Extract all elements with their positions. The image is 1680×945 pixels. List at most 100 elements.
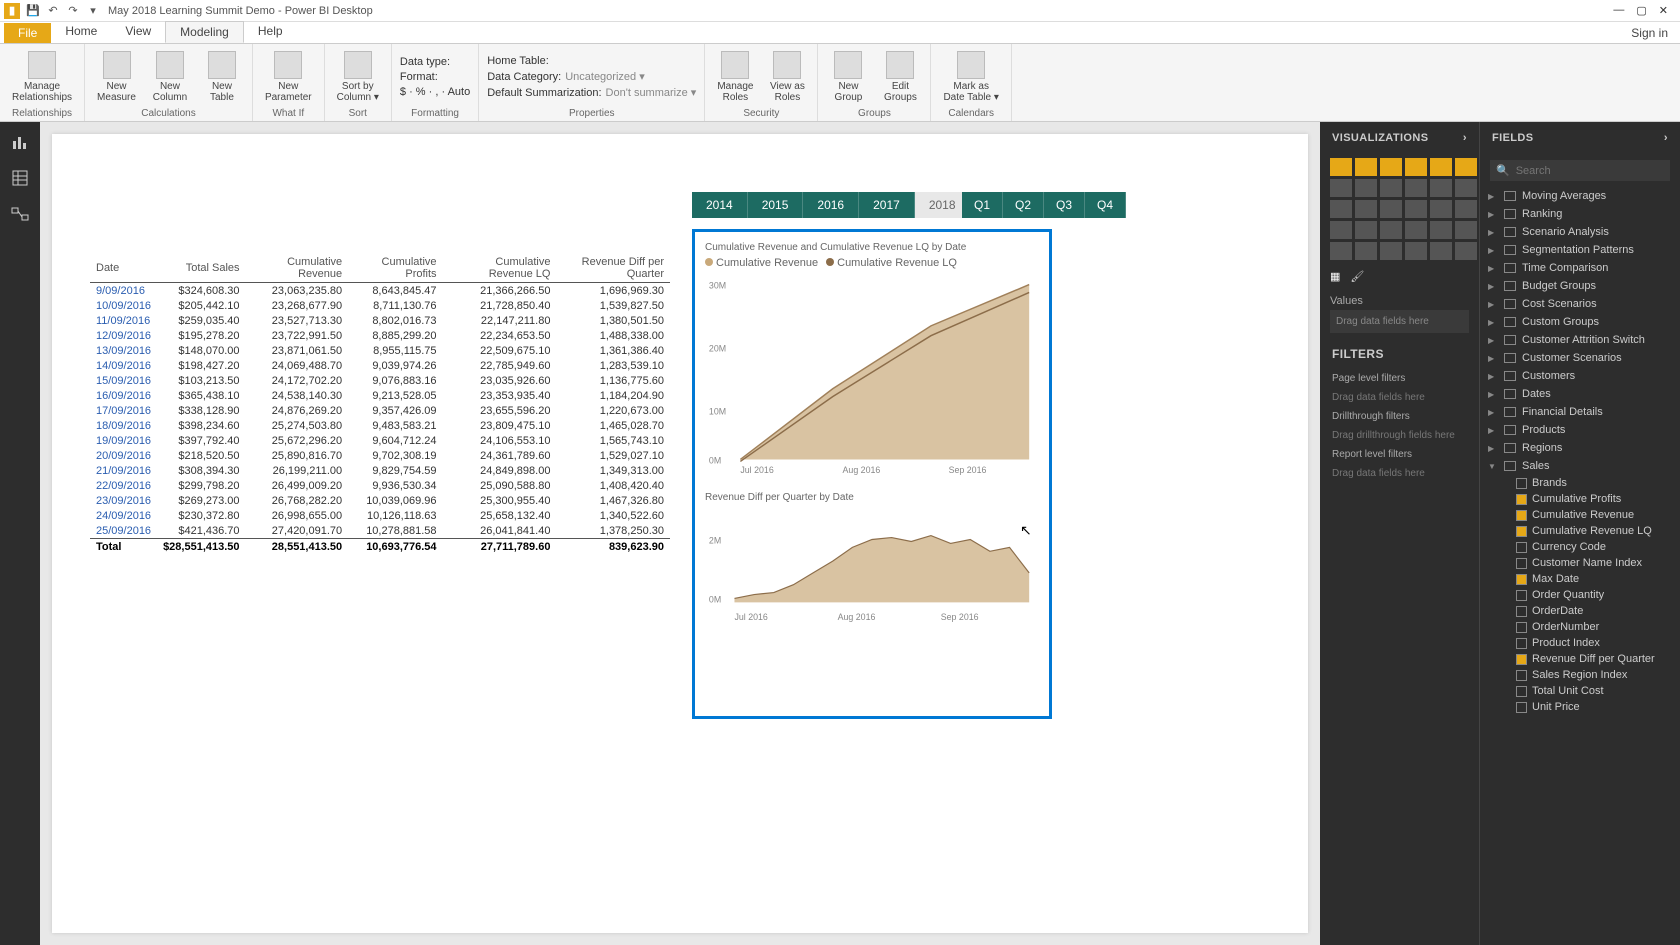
quarter-button-Q3[interactable]: Q3 <box>1044 192 1085 218</box>
table-row[interactable]: 9/09/2016$324,608.3023,063,235.808,643,8… <box>90 283 670 299</box>
fields-search[interactable]: 🔍 <box>1490 160 1670 181</box>
field-table[interactable]: Time Comparison <box>1480 259 1680 277</box>
table-row[interactable]: 15/09/2016$103,213.5024,172,702.209,076,… <box>90 373 670 388</box>
undo-icon[interactable]: ↶ <box>46 4 60 18</box>
field-item[interactable]: Brands <box>1480 475 1680 491</box>
table-row[interactable]: 23/09/2016$269,273.0026,768,282.2010,039… <box>90 493 670 508</box>
viz-type-icon[interactable] <box>1330 179 1352 197</box>
field-item[interactable]: Cumulative Revenue <box>1480 507 1680 523</box>
field-item[interactable]: Currency Code <box>1480 539 1680 555</box>
viz-type-icon[interactable] <box>1455 242 1477 260</box>
viz-type-icon[interactable] <box>1355 158 1377 176</box>
column-header[interactable]: Date <box>90 254 157 283</box>
values-drop-zone[interactable]: Drag data fields here <box>1330 310 1469 333</box>
field-item[interactable]: Order Quantity <box>1480 587 1680 603</box>
viz-type-icon[interactable] <box>1430 200 1452 218</box>
fields-well-icon[interactable]: ▦ <box>1330 270 1340 283</box>
report-canvas[interactable]: 20142015201620172018 Q1Q2Q3Q4 DateTotal … <box>52 134 1308 933</box>
tab-home[interactable]: Home <box>51 21 111 43</box>
ribbon-button[interactable]: ManageRelationships <box>8 49 76 105</box>
field-item[interactable]: Sales Region Index <box>1480 667 1680 683</box>
table-row[interactable]: 14/09/2016$198,427.2024,069,488.709,039,… <box>90 358 670 373</box>
year-button-2016[interactable]: 2016 <box>803 192 859 218</box>
redo-icon[interactable]: ↷ <box>66 4 80 18</box>
viz-type-icon[interactable] <box>1380 200 1402 218</box>
field-item[interactable]: OrderDate <box>1480 603 1680 619</box>
close-icon[interactable]: ✕ <box>1659 4 1668 17</box>
viz-type-icon[interactable] <box>1430 158 1452 176</box>
viz-type-icon[interactable] <box>1380 158 1402 176</box>
data-view-icon[interactable] <box>8 166 32 190</box>
year-button-2017[interactable]: 2017 <box>859 192 915 218</box>
tab-view[interactable]: View <box>111 21 165 43</box>
viz-type-icon[interactable] <box>1355 221 1377 239</box>
viz-type-icon[interactable] <box>1405 221 1427 239</box>
year-button-2015[interactable]: 2015 <box>748 192 804 218</box>
field-item[interactable]: Cumulative Revenue LQ <box>1480 523 1680 539</box>
table-row[interactable]: 19/09/2016$397,792.4025,672,296.209,604,… <box>90 433 670 448</box>
field-table[interactable]: Cost Scenarios <box>1480 295 1680 313</box>
filter-drop-zone[interactable]: Drag data fields here <box>1320 388 1479 407</box>
column-header[interactable]: Total Sales <box>157 254 245 283</box>
viz-type-icon[interactable] <box>1430 242 1452 260</box>
viz-type-icon[interactable] <box>1380 179 1402 197</box>
viz-type-icon[interactable] <box>1405 158 1427 176</box>
column-header[interactable]: Revenue Diff per Quarter <box>556 254 670 283</box>
field-item[interactable]: Product Index <box>1480 635 1680 651</box>
quarter-button-Q1[interactable]: Q1 <box>962 192 1003 218</box>
field-table[interactable]: Financial Details <box>1480 403 1680 421</box>
viz-type-icon[interactable] <box>1380 242 1402 260</box>
viz-type-icon[interactable] <box>1405 179 1427 197</box>
field-table[interactable]: Segmentation Patterns <box>1480 241 1680 259</box>
field-item[interactable]: Max Date <box>1480 571 1680 587</box>
ribbon-button[interactable]: View asRoles <box>765 49 809 105</box>
viz-type-icon[interactable] <box>1455 179 1477 197</box>
tab-modeling[interactable]: Modeling <box>165 21 244 43</box>
field-item[interactable]: Total Unit Cost <box>1480 683 1680 699</box>
model-view-icon[interactable] <box>8 202 32 226</box>
field-item[interactable]: Cumulative Profits <box>1480 491 1680 507</box>
ribbon-button[interactable]: NewMeasure <box>93 49 140 105</box>
field-table[interactable]: Custom Groups <box>1480 313 1680 331</box>
viz-type-icon[interactable] <box>1455 200 1477 218</box>
field-table[interactable]: Products <box>1480 421 1680 439</box>
field-table[interactable]: Ranking <box>1480 205 1680 223</box>
report-view-icon[interactable] <box>8 130 32 154</box>
column-header[interactable]: Cumulative Profits <box>348 254 442 283</box>
viz-type-icon[interactable] <box>1380 221 1402 239</box>
ribbon-button[interactable]: NewGroup <box>826 49 870 105</box>
table-row[interactable]: 24/09/2016$230,372.8026,998,655.0010,126… <box>90 508 670 523</box>
maximize-icon[interactable]: ▢ <box>1636 4 1646 17</box>
file-tab[interactable]: File <box>4 23 51 43</box>
field-item[interactable]: Revenue Diff per Quarter <box>1480 651 1680 667</box>
table-row[interactable]: 20/09/2016$218,520.5025,890,816.709,702,… <box>90 448 670 463</box>
ribbon-button[interactable]: NewTable <box>200 49 244 105</box>
chevron-right-icon[interactable]: › <box>1463 132 1467 144</box>
table-row[interactable]: 22/09/2016$299,798.2026,499,009.209,936,… <box>90 478 670 493</box>
viz-type-icon[interactable] <box>1455 158 1477 176</box>
field-table[interactable]: Sales <box>1480 457 1680 475</box>
chevron-right-icon[interactable]: › <box>1664 132 1668 144</box>
column-header[interactable]: Cumulative Revenue LQ <box>443 254 557 283</box>
search-input[interactable] <box>1516 165 1664 177</box>
ribbon-button[interactable]: EditGroups <box>878 49 922 105</box>
table-row[interactable]: 13/09/2016$148,070.0023,871,061.508,955,… <box>90 343 670 358</box>
ribbon-button[interactable]: ManageRoles <box>713 49 757 105</box>
field-item[interactable]: Unit Price <box>1480 699 1680 715</box>
table-row[interactable]: 11/09/2016$259,035.4023,527,713.308,802,… <box>90 313 670 328</box>
revenue-diff-chart[interactable]: Revenue Diff per Quarter by Date 2M 0M J… <box>695 486 1049 642</box>
column-header[interactable]: Cumulative Revenue <box>246 254 349 283</box>
viz-type-icon[interactable] <box>1330 158 1352 176</box>
field-table[interactable]: Dates <box>1480 385 1680 403</box>
table-row[interactable]: 21/09/2016$308,394.3026,199,211.009,829,… <box>90 463 670 478</box>
field-table[interactable]: Customers <box>1480 367 1680 385</box>
field-item[interactable]: OrderNumber <box>1480 619 1680 635</box>
cumulative-revenue-chart[interactable]: Cumulative Revenue and Cumulative Revenu… <box>695 232 1049 486</box>
selected-visual-group[interactable]: Cumulative Revenue and Cumulative Revenu… <box>692 229 1052 719</box>
field-table[interactable]: Customer Attrition Switch <box>1480 331 1680 349</box>
table-row[interactable]: 16/09/2016$365,438.1024,538,140.309,213,… <box>90 388 670 403</box>
viz-type-icon[interactable] <box>1355 242 1377 260</box>
data-table-visual[interactable]: DateTotal SalesCumulative RevenueCumulat… <box>90 254 670 554</box>
viz-type-icon[interactable] <box>1455 221 1477 239</box>
table-row[interactable]: 18/09/2016$398,234.6025,274,503.809,483,… <box>90 418 670 433</box>
